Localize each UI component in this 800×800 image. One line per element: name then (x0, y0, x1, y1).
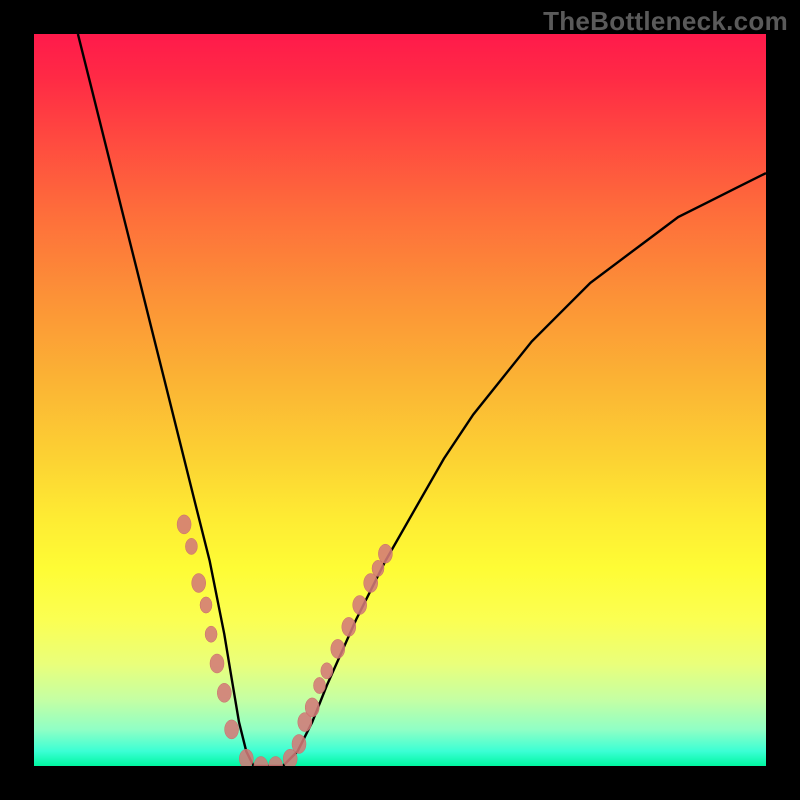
marker-dot (305, 698, 319, 717)
marker-dot (210, 654, 224, 673)
marker-dot (254, 757, 268, 767)
marker-dot (269, 757, 283, 767)
marker-dot (177, 515, 191, 534)
marker-dot (200, 597, 212, 613)
marker-dot (225, 720, 239, 739)
marker-dot (378, 544, 392, 563)
marker-dot (372, 560, 384, 576)
marker-dot (192, 574, 206, 593)
marker-dot (239, 749, 253, 766)
trough-curve (78, 34, 766, 766)
marker-dot (321, 663, 333, 679)
marker-dot (331, 639, 345, 658)
frame: TheBottleneck.com (0, 0, 800, 800)
marker-dot (364, 574, 378, 593)
marker-dot (205, 626, 217, 642)
marker-dot (217, 683, 231, 702)
curve-svg (34, 34, 766, 766)
marker-dot (292, 735, 306, 754)
marker-dot (342, 617, 356, 636)
marker-dot (353, 596, 367, 615)
marker-cluster (177, 515, 392, 766)
marker-dot (314, 677, 326, 693)
watermark-text: TheBottleneck.com (543, 6, 788, 37)
marker-dot (185, 538, 197, 554)
plot-area (34, 34, 766, 766)
